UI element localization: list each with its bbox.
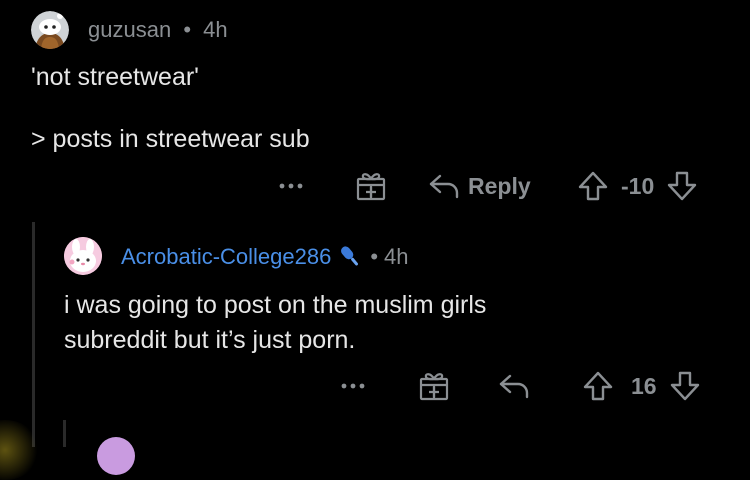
timestamp: 4h [203, 17, 228, 42]
pink-bunny-avatar-icon [64, 237, 102, 275]
comment-body: 'not streetwear' > posts in streetwear s… [31, 60, 310, 157]
vote-score: 16 [631, 372, 657, 399]
reply-label: Reply [468, 172, 531, 199]
award-button[interactable] [418, 370, 450, 402]
comment-meta: guzusan • 4h [88, 17, 228, 43]
comment-line: i was going to post on the muslim girls [64, 291, 487, 319]
thread-line-nested[interactable] [63, 420, 66, 447]
award-button[interactable] [355, 170, 387, 202]
reply-button[interactable]: Reply [428, 171, 531, 201]
upvote-icon[interactable] [582, 370, 614, 402]
award-gift-icon [419, 373, 449, 401]
comment-line: > posts in streetwear sub [31, 125, 310, 153]
more-dots-icon [341, 383, 365, 389]
reply-arrow-icon [499, 374, 529, 399]
downvote-icon[interactable] [669, 370, 701, 402]
username[interactable]: Acrobatic-College286 [121, 244, 331, 270]
award-gift-icon [356, 173, 386, 201]
avatar[interactable] [97, 437, 135, 475]
thread-line[interactable] [32, 222, 35, 447]
more-dots-icon [279, 183, 303, 189]
reply-arrow-icon [429, 174, 459, 199]
comment-body: i was going to post on the muslim girls … [64, 288, 486, 358]
vote-controls: 16 [582, 370, 701, 402]
reddit-snoo-avatar-icon [31, 11, 69, 49]
more-options-button[interactable] [340, 376, 366, 396]
more-options-button[interactable] [278, 176, 304, 196]
comment-meta: Acrobatic-College286 • 4h [121, 244, 409, 270]
meta-separator: • [183, 17, 192, 42]
avatar[interactable] [64, 237, 102, 275]
vote-controls: -10 [577, 170, 698, 202]
avatar[interactable] [31, 11, 69, 49]
downvote-icon[interactable] [666, 170, 698, 202]
username[interactable]: guzusan [88, 17, 171, 42]
timestamp: 4h [384, 244, 409, 269]
comment-line: 'not streetwear' [31, 63, 199, 91]
upvote-icon[interactable] [577, 170, 609, 202]
mic-icon [341, 246, 359, 266]
vote-score: -10 [621, 172, 655, 199]
meta-separator: • [370, 244, 379, 269]
reply-button[interactable] [498, 371, 530, 401]
comment-line: subreddit but it’s just porn. [64, 326, 356, 354]
